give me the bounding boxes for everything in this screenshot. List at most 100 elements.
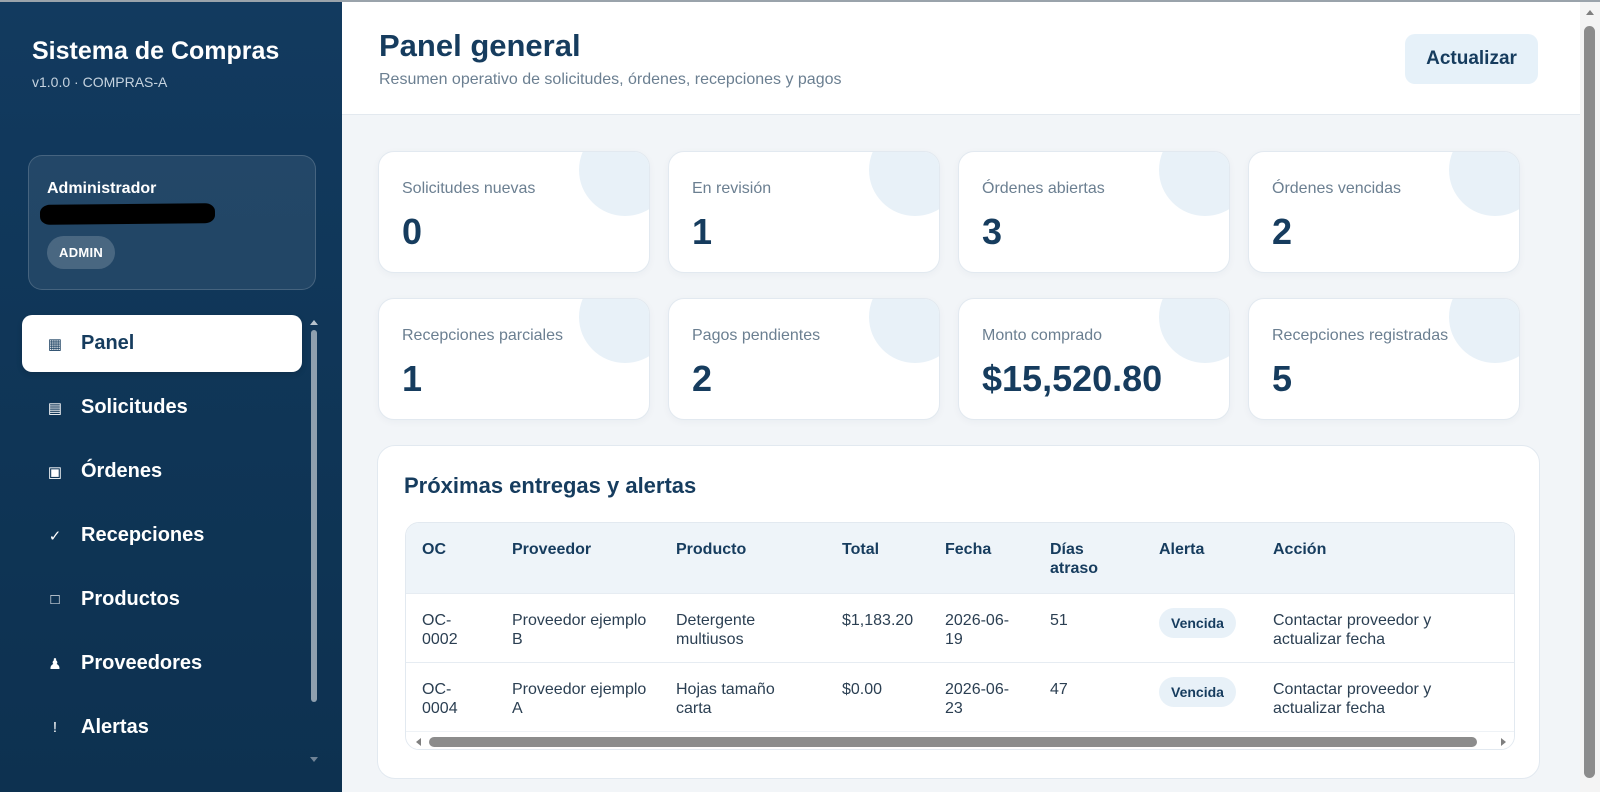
table-cell: 51	[1034, 592, 1143, 662]
alert-cell: Vencida	[1143, 592, 1257, 662]
table-cell: 2026-06-19	[929, 592, 1034, 662]
sidebar-item-panel[interactable]: ▦ Panel	[22, 315, 302, 372]
sidebar-item-alertas[interactable]: ! Alertas	[22, 699, 302, 756]
table-cell: Hojas tamaño carta	[660, 661, 826, 731]
order-icon: ▣	[47, 463, 63, 481]
column-header: Producto	[676, 541, 747, 558]
sidebar-nav: ▦ Panel ▤ Solicitudes ▣ Órdenes ✓ Recepciones □ P…	[22, 315, 302, 763]
stat-value: 2	[1272, 211, 1293, 252]
column-header: Proveedor	[512, 541, 592, 558]
stat-label: En revisión	[692, 180, 772, 197]
user-card: Administrador ADMIN	[28, 155, 316, 290]
table-header-row: OC Proveedor Producto Total Fecha Días atraso…	[406, 523, 1514, 593]
sidebar-item-solicitudes[interactable]: ▤ Solicitudes	[22, 379, 302, 436]
horizontal-scrollbar[interactable]	[406, 731, 1514, 749]
table-cell: $0.00	[826, 661, 929, 731]
box-icon: □	[50, 591, 60, 608]
card-decoration	[1159, 299, 1229, 363]
scroll-right-arrow-icon[interactable]	[1501, 738, 1506, 746]
card-decoration	[869, 299, 939, 363]
stat-card: Órdenes abiertas 3	[958, 151, 1230, 273]
window-scroll-up-icon[interactable]	[1586, 10, 1594, 15]
table-row: OC-0004 Proveedor ejemplo A Hojas tamaño c…	[406, 661, 1514, 731]
redacted-user-name	[39, 203, 216, 225]
stat-label: Recepciones parciales	[402, 327, 563, 344]
refresh-button[interactable]: Actualizar	[1405, 34, 1538, 84]
table-cell: Detergente multiusos	[660, 592, 826, 662]
sidebar-item-label: Panel	[81, 332, 135, 354]
scroll-up-arrow-icon[interactable]	[310, 320, 318, 325]
stat-label: Monto comprado	[982, 327, 1103, 344]
stat-label: Órdenes vencidas	[1272, 180, 1401, 197]
role-badge: ADMIN	[47, 236, 116, 269]
grid-icon: ▦	[47, 335, 63, 353]
stat-value: 0	[402, 211, 423, 252]
stat-card: Pagos pendientes 2	[668, 298, 940, 420]
stat-card: Solicitudes nuevas 0	[378, 151, 650, 273]
column-header: Total	[842, 541, 880, 558]
window-scroll-thumb[interactable]	[1584, 26, 1595, 778]
stat-value: $15,520.80	[982, 358, 1163, 399]
page-subtitle: Resumen operativo de solicitudes, órdene…	[379, 71, 842, 88]
sidebar-item-productos[interactable]: □ Productos	[22, 571, 302, 628]
sidebar-item-label: Productos	[81, 588, 180, 610]
alerts-table-container[interactable]: OC Proveedor Producto Total Fecha Días atraso…	[405, 522, 1515, 750]
column-header: Días atraso	[1050, 541, 1099, 577]
column-header: Alerta	[1159, 541, 1205, 558]
stat-value: 5	[1272, 358, 1293, 399]
stat-card: Monto comprado $15,520.80	[958, 298, 1230, 420]
stat-value: 2	[692, 358, 713, 399]
scroll-down-arrow-icon[interactable]	[310, 757, 318, 762]
window-scrollbar[interactable]	[1580, 2, 1600, 792]
column-header: Fecha	[945, 541, 992, 558]
panel-title: Próximas entregas y alertas	[404, 473, 697, 498]
stat-value: 3	[982, 211, 1003, 252]
sidebar-item-proveedores[interactable]: ♟ Proveedores	[22, 635, 302, 692]
page-title: Panel general	[379, 28, 581, 63]
stat-value: 1	[692, 211, 713, 252]
sidebar-item-recepciones[interactable]: ✓ Recepciones	[22, 507, 302, 564]
table-cell: 47	[1034, 661, 1143, 731]
card-decoration	[1449, 152, 1519, 216]
app-version: v1.0.0 · COMPRAS-A	[32, 74, 168, 90]
user-role: Administrador	[47, 180, 157, 197]
card-decoration	[869, 152, 939, 216]
table-cell: Contactar proveedor y actualizar fecha	[1257, 661, 1514, 731]
horizontal-scroll-thumb[interactable]	[429, 737, 1477, 747]
stat-label: Recepciones registradas	[1272, 327, 1449, 344]
card-decoration	[579, 299, 649, 363]
sidebar-scroll-thumb[interactable]	[311, 330, 317, 702]
table-cell: 2026-06-23	[929, 661, 1034, 731]
column-header: Acción	[1273, 541, 1327, 558]
status-badge: Vencida	[1159, 607, 1236, 638]
stat-card: Órdenes vencidas 2	[1248, 151, 1520, 273]
table-cell: Proveedor ejemplo A	[496, 661, 660, 731]
stat-card: En revisión 1	[668, 151, 940, 273]
sidebar-scrollbar[interactable]	[310, 320, 318, 762]
card-decoration	[579, 152, 649, 216]
sidebar-item-órdenes[interactable]: ▣ Órdenes	[22, 443, 302, 500]
stat-label: Solicitudes nuevas	[402, 180, 536, 197]
card-decoration	[1449, 299, 1519, 363]
brand: Sistema de Compras v1.0.0 · COMPRAS-A	[32, 34, 292, 90]
table-row: OC-0002 Proveedor ejemplo B Detergente mul…	[406, 592, 1514, 662]
table-cell: Proveedor ejemplo B	[496, 592, 660, 662]
sidebar-item-label: Recepciones	[81, 524, 205, 546]
table-body: OC-0002 Proveedor ejemplo B Detergente mul…	[406, 592, 1514, 731]
app-title: Sistema de Compras	[32, 37, 280, 65]
sidebar-item-label: Alertas	[81, 716, 149, 738]
table-cell: Contactar proveedor y actualizar fecha	[1257, 592, 1514, 662]
list-icon: ▤	[47, 399, 63, 417]
stat-label: Pagos pendientes	[692, 327, 821, 344]
sidebar-item-label: Proveedores	[81, 652, 203, 674]
alerts-table: OC Proveedor Producto Total Fecha Días atraso…	[406, 523, 1514, 731]
table-cell: OC-0002	[406, 592, 496, 662]
stat-card: Recepciones registradas 5	[1248, 298, 1520, 420]
stat-card: Recepciones parciales 1	[378, 298, 650, 420]
alert-cell: Vencida	[1143, 661, 1257, 731]
alerts-panel: Próximas entregas y alertas OC Proveedor P…	[377, 445, 1540, 779]
stat-value: 1	[402, 358, 423, 399]
scroll-left-arrow-icon[interactable]	[416, 738, 421, 746]
status-badge: Vencida	[1159, 676, 1236, 707]
stat-label: Órdenes abiertas	[982, 180, 1105, 197]
